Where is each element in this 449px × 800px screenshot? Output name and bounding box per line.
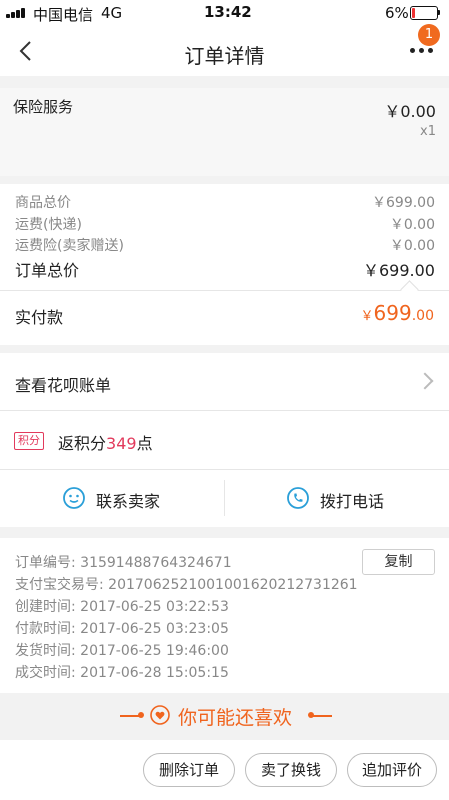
points-text: 返积分349点 bbox=[58, 434, 153, 453]
shipping-insurance-row: 运费险(卖家赠送) ￥0.00 bbox=[15, 238, 435, 254]
page-title: 订单详情 bbox=[184, 44, 265, 68]
order-info: 订单编号: 3159148876432467​1 复制 支付宝交易号: 2017… bbox=[0, 538, 449, 693]
order-number-row: 订单编号: 3159148876432467​1 bbox=[15, 555, 232, 571]
copy-button[interactable]: 复制 bbox=[362, 549, 435, 575]
bottom-action-bar: 删除订单 卖了换钱 追加评价 bbox=[0, 740, 449, 800]
status-bar: 中国电信 4G 13:42 6% bbox=[0, 0, 449, 24]
price-summary: 商品总价 ￥699.00 运费(快递) ￥0.00 运费险(卖家赠送) ￥0.00 订… bbox=[0, 184, 449, 290]
notification-badge: 1 bbox=[418, 24, 440, 46]
call-phone-button[interactable]: 拨打电话 bbox=[286, 486, 396, 512]
insurance-quantity: x1 bbox=[420, 124, 436, 139]
call-phone-label: 拨打电话 bbox=[320, 492, 385, 511]
network-type: 4G bbox=[101, 4, 123, 22]
actual-payment-label: 实付款 bbox=[15, 308, 64, 327]
contact-seller-label: 联系卖家 bbox=[96, 492, 161, 511]
order-total-row: 订单总价 ￥699.00 bbox=[15, 257, 435, 281]
shipped-time-row: 发货时间: 2017-06-25 19:46:00 bbox=[15, 643, 229, 659]
shipping-row: 运费(快递) ￥0.00 bbox=[15, 217, 435, 233]
nav-bar: 订单详情 1 bbox=[0, 24, 449, 76]
battery-percent: 6% bbox=[385, 4, 409, 22]
heart-icon bbox=[150, 705, 170, 725]
huabei-bill-link[interactable]: 查看花呗账单 bbox=[0, 353, 449, 410]
points-tag: 积分 bbox=[14, 432, 44, 450]
order-total-label: 订单总价 bbox=[15, 261, 80, 280]
chat-icon bbox=[63, 487, 85, 509]
signal-icon bbox=[6, 8, 30, 18]
recommend-title: 你可能还喜欢 bbox=[178, 707, 293, 729]
completed-time-row: 成交时间: 2017-06-28 15:05:15 bbox=[15, 665, 229, 681]
insurance-item: 保险服务 ￥0.00 x1 bbox=[0, 88, 449, 176]
contact-bar: 联系卖家 拨打电话 bbox=[0, 470, 449, 527]
phone-icon bbox=[287, 487, 309, 509]
more-icon[interactable] bbox=[410, 48, 436, 54]
huabei-bill-label: 查看花呗账单 bbox=[15, 376, 112, 395]
carrier-name: 中国电信 bbox=[33, 6, 94, 24]
actual-payment-amount: ￥699.00 bbox=[360, 301, 434, 325]
add-review-button[interactable]: 追加评价 bbox=[347, 753, 437, 787]
paid-time-row: 付款时间: 2017-06-25 03:23:05 bbox=[15, 621, 229, 637]
chevron-right-icon bbox=[416, 372, 434, 390]
contact-seller-button[interactable]: 联系卖家 bbox=[62, 486, 172, 512]
created-time-row: 创建时间: 2017-06-25 03:22:53 bbox=[15, 599, 229, 615]
delete-order-button[interactable]: 删除订单 bbox=[143, 753, 235, 787]
alipay-trade-row: 支付宝交易号: 2017062521001001620212731261 bbox=[15, 577, 358, 593]
insurance-name: 保险服务 bbox=[13, 98, 74, 116]
order-total-value: ￥699.00 bbox=[363, 261, 435, 280]
goods-total-row: 商品总价 ￥699.00 bbox=[15, 195, 435, 211]
contact-divider bbox=[224, 480, 225, 516]
recommend-header: 你可能还喜欢 bbox=[0, 694, 449, 740]
points-value: 349 bbox=[106, 434, 137, 453]
insurance-price: ￥0.00 bbox=[384, 102, 436, 121]
actual-payment-row: 实付款 ￥699.00 bbox=[0, 291, 449, 345]
clock: 13:42 bbox=[204, 3, 252, 21]
points-row: 积分 返积分349点 bbox=[0, 411, 449, 469]
battery-icon bbox=[410, 6, 440, 20]
resell-button[interactable]: 卖了换钱 bbox=[245, 753, 337, 787]
